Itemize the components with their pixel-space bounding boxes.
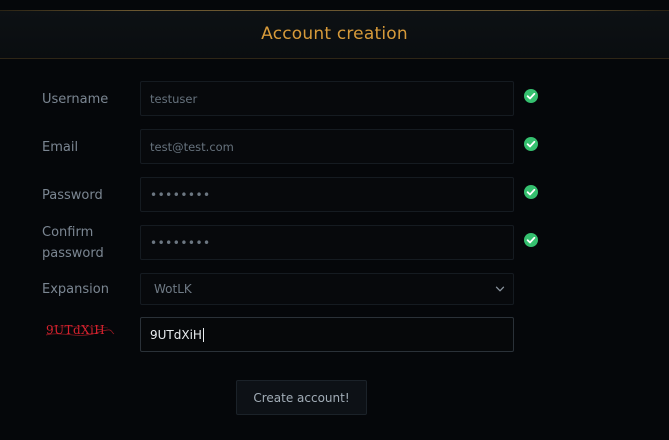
- page-header: Account creation: [0, 11, 669, 59]
- captcha-image: 9UTdXiH: [44, 320, 116, 342]
- email-field[interactable]: test@test.com: [140, 129, 514, 164]
- password-valid-check-icon: [524, 185, 538, 199]
- email-label: Email: [42, 140, 79, 155]
- password-field[interactable]: ••••••••: [140, 177, 514, 212]
- create-account-button[interactable]: Create account!: [236, 380, 367, 415]
- expansion-selected-value: WotLK: [154, 282, 192, 296]
- expansion-select[interactable]: WotLK: [140, 273, 514, 305]
- captcha-input[interactable]: 9UTdXiH: [140, 317, 514, 352]
- username-field[interactable]: testuser: [140, 81, 514, 116]
- confirm-password-label-line1: Confirm: [42, 225, 94, 240]
- email-valid-check-icon: [524, 137, 538, 151]
- confirm-password-field[interactable]: ••••••••: [140, 225, 514, 260]
- captcha-input-value: 9UTdXiH: [150, 327, 202, 342]
- password-label: Password: [42, 188, 103, 203]
- username-valid-check-icon: [524, 89, 538, 103]
- confirm-password-label-line2: password: [42, 246, 104, 261]
- confirm-password-valid-check-icon: [524, 233, 538, 247]
- captcha-image-text: 9UTdXiH: [46, 323, 106, 337]
- chevron-down-icon: [495, 286, 505, 292]
- page-title: Account creation: [261, 23, 408, 44]
- expansion-label: Expansion: [42, 282, 109, 297]
- confirm-password-label: Confirm password: [42, 222, 104, 264]
- username-label: Username: [42, 92, 109, 107]
- text-cursor: [202, 327, 204, 342]
